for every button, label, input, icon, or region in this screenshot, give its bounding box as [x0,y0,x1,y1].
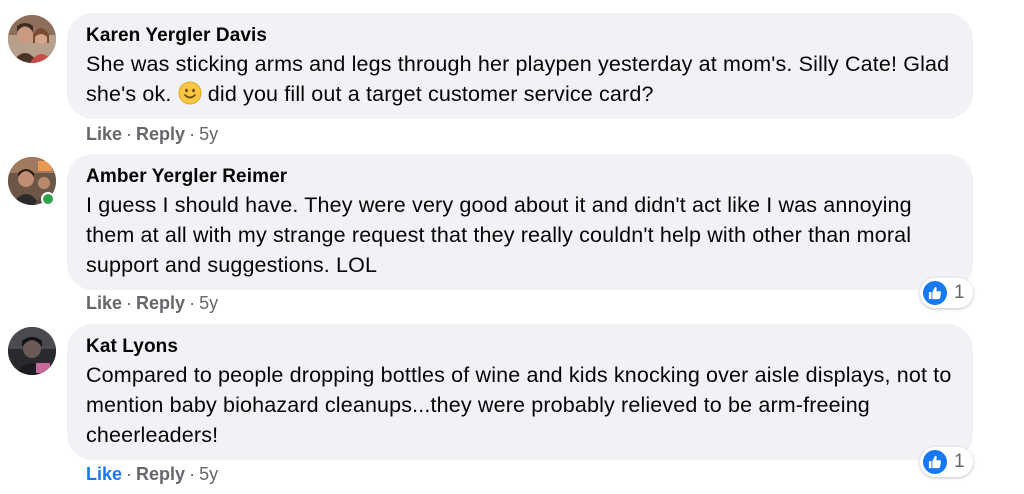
comment-timestamp[interactable]: 5y [199,464,218,484]
comment-author[interactable]: Amber Yergler Reimer [86,164,953,190]
comment-timestamp[interactable]: 5y [199,293,218,313]
comment-actions: Like · Reply · 5y [86,464,218,485]
like-button[interactable]: Like [86,293,122,313]
like-icon [923,281,947,305]
comment-bubble: Amber Yergler Reimer I guess I should ha… [67,154,973,290]
separator-dot: · [126,464,133,484]
comment-author[interactable]: Kat Lyons [86,334,953,360]
comment-bubble: Kat Lyons Compared to people dropping bo… [67,324,973,460]
clipped-previous-action-bar [140,0,230,2]
comment-timestamp[interactable]: 5y [199,124,218,144]
comment-actions: Like · Reply · 5y [86,124,218,145]
comment-author[interactable]: Karen Yergler Davis [86,23,953,49]
comment-text: I guess I should have. They were very go… [86,193,912,277]
separator-dot: · [189,124,196,144]
reaction-count: 1 [954,451,965,472]
separator-dot: · [126,124,133,144]
reaction-summary[interactable]: 1 [920,447,973,477]
avatar[interactable] [8,15,56,63]
like-icon [923,450,947,474]
avatar[interactable] [8,327,56,375]
comment-text: She was sticking arms and legs through h… [86,49,953,109]
comment-text-part: did you fill out a target customer servi… [207,82,654,106]
avatar-photo [8,15,56,63]
reaction-count: 1 [954,282,965,303]
separator-dot: · [189,464,196,484]
reply-button[interactable]: Reply [136,464,185,484]
comment-text: Compared to people dropping bottles of w… [86,363,952,447]
like-button[interactable]: Like [86,464,122,484]
comment-actions: Like · Reply · 5y [86,293,218,314]
online-status-icon [41,192,55,206]
separator-dot: · [189,293,196,313]
slightly-smiling-face-icon [178,81,202,105]
avatar-photo [8,327,56,375]
separator-dot: · [126,293,133,313]
comment-bubble: Karen Yergler Davis She was sticking arm… [67,13,973,119]
reply-button[interactable]: Reply [136,124,185,144]
reply-button[interactable]: Reply [136,293,185,313]
reaction-summary[interactable]: 1 [920,278,973,308]
like-button[interactable]: Like [86,124,122,144]
